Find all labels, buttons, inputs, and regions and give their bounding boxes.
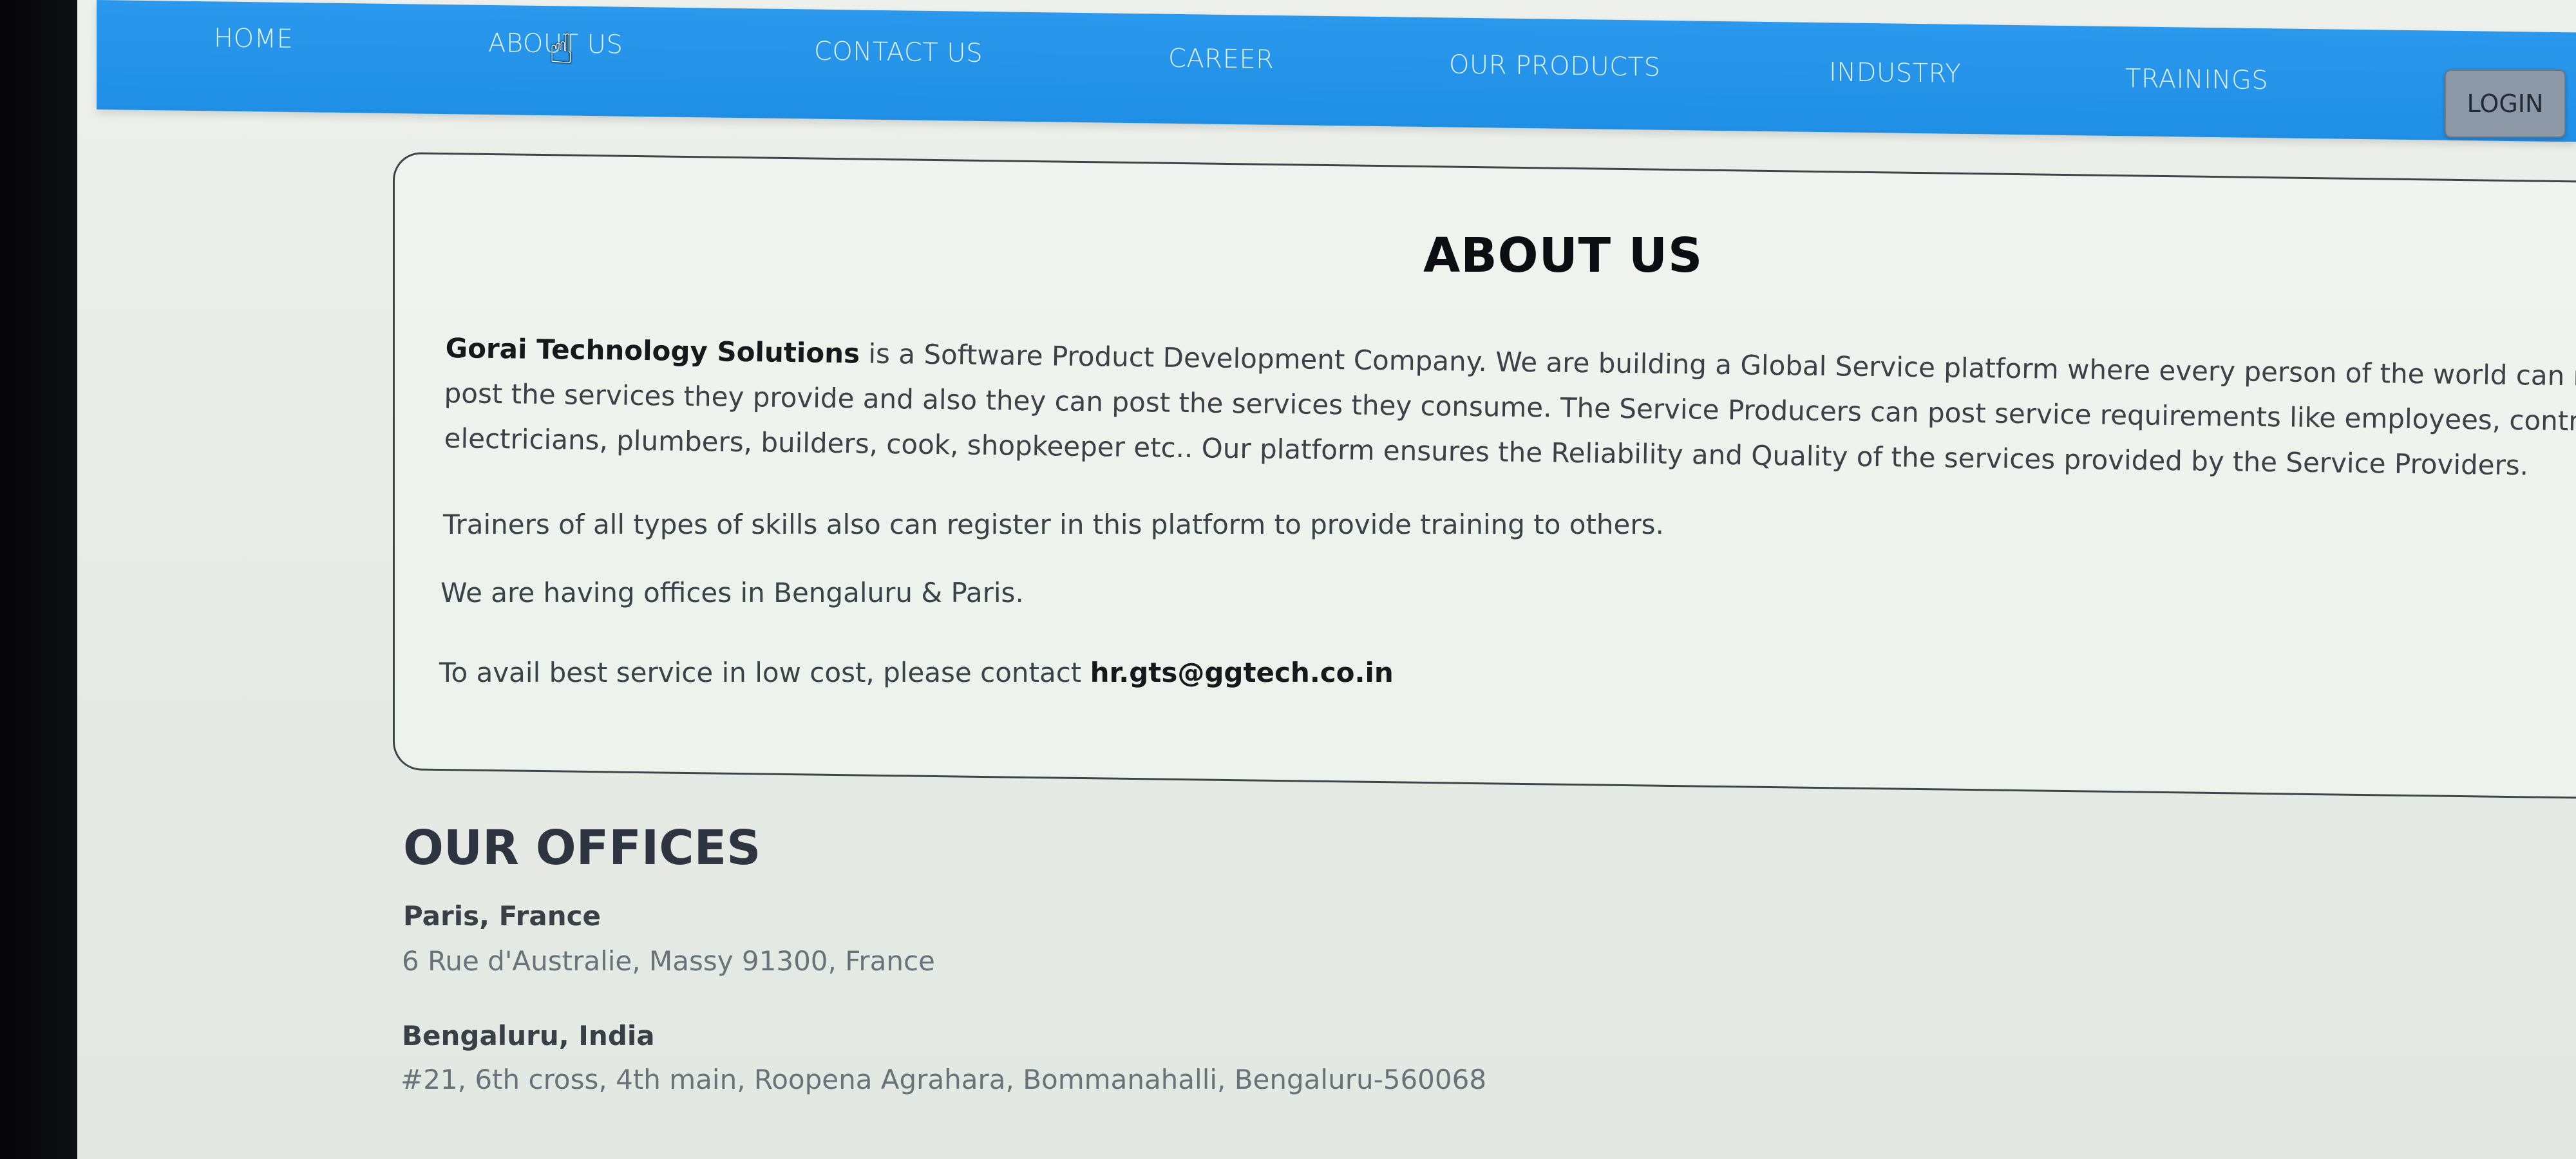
nav-career[interactable]: CAREER (1168, 44, 1274, 75)
offices-note-text: We are having offices in Bengaluru & Par… (440, 577, 1024, 608)
trainers-text: Trainers of all types of skills also can… (443, 509, 1664, 540)
contact-email-link[interactable]: hr.gts@ggtech.co.in (1090, 657, 1394, 688)
nav-contact-us[interactable]: CONTACT US (814, 37, 983, 68)
nav-industry[interactable]: INDUSTRY (1829, 57, 1961, 89)
login-button[interactable]: LOGIN (2445, 70, 2566, 138)
about-title: ABOUT US (1423, 228, 1703, 283)
hand-cursor-icon: ☝ (549, 26, 574, 73)
office-name-paris: Paris, France (403, 900, 601, 932)
office-address-bengaluru: #21, 6th cross, 4th main, Roopena Agraha… (401, 1064, 1487, 1095)
contact-text: To avail best service in low cost, pleas… (439, 657, 1394, 688)
nav-our-products[interactable]: OUR PRODUCTS (1449, 50, 1661, 82)
office-address-paris: 6 Rue d'Australie, Massy 91300, France (402, 945, 935, 977)
company-name: Gorai Technology Solutions (445, 332, 860, 370)
office-name-bengaluru: Bengaluru, India (402, 1020, 655, 1051)
offices-title: OUR OFFICES (403, 820, 761, 876)
nav-trainings[interactable]: TRAININGS (2125, 64, 2268, 95)
nav-home[interactable]: HOME (214, 23, 293, 54)
